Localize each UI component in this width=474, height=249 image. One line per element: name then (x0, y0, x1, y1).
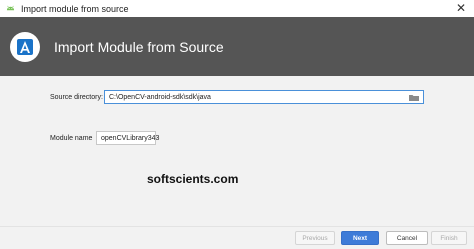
folder-icon[interactable] (409, 94, 419, 101)
source-directory-value: C:\OpenCV-android-sdk\sdk\java (109, 93, 211, 101)
module-name-field[interactable]: openCVLibrary343 (96, 131, 160, 145)
module-name-label: Module name (50, 135, 93, 142)
dialog-heading: Import Module from Source (54, 38, 224, 55)
watermark-text: softscients.com (147, 172, 239, 186)
dialog-header: Import Module from Source (0, 17, 474, 76)
window-titlebar: Import module from source ✕ (0, 0, 474, 17)
module-name-value: openCVLibrary343 (101, 134, 160, 142)
android-icon (6, 5, 15, 11)
next-button[interactable]: Next (341, 231, 379, 245)
cancel-button[interactable]: Cancel (386, 231, 428, 245)
form-area: Source directory: C:\OpenCV-android-sdk\… (0, 76, 474, 226)
close-icon[interactable]: ✕ (456, 2, 466, 14)
window-title: Import module from source (21, 3, 129, 14)
dialog-footer: Previous Next Cancel Finish (0, 226, 474, 249)
source-directory-label: Source directory: (50, 94, 103, 101)
source-directory-field[interactable]: C:\OpenCV-android-sdk\sdk\java (104, 90, 424, 104)
finish-button[interactable]: Finish (431, 231, 467, 245)
previous-button[interactable]: Previous (295, 231, 335, 245)
android-studio-icon (10, 31, 40, 62)
